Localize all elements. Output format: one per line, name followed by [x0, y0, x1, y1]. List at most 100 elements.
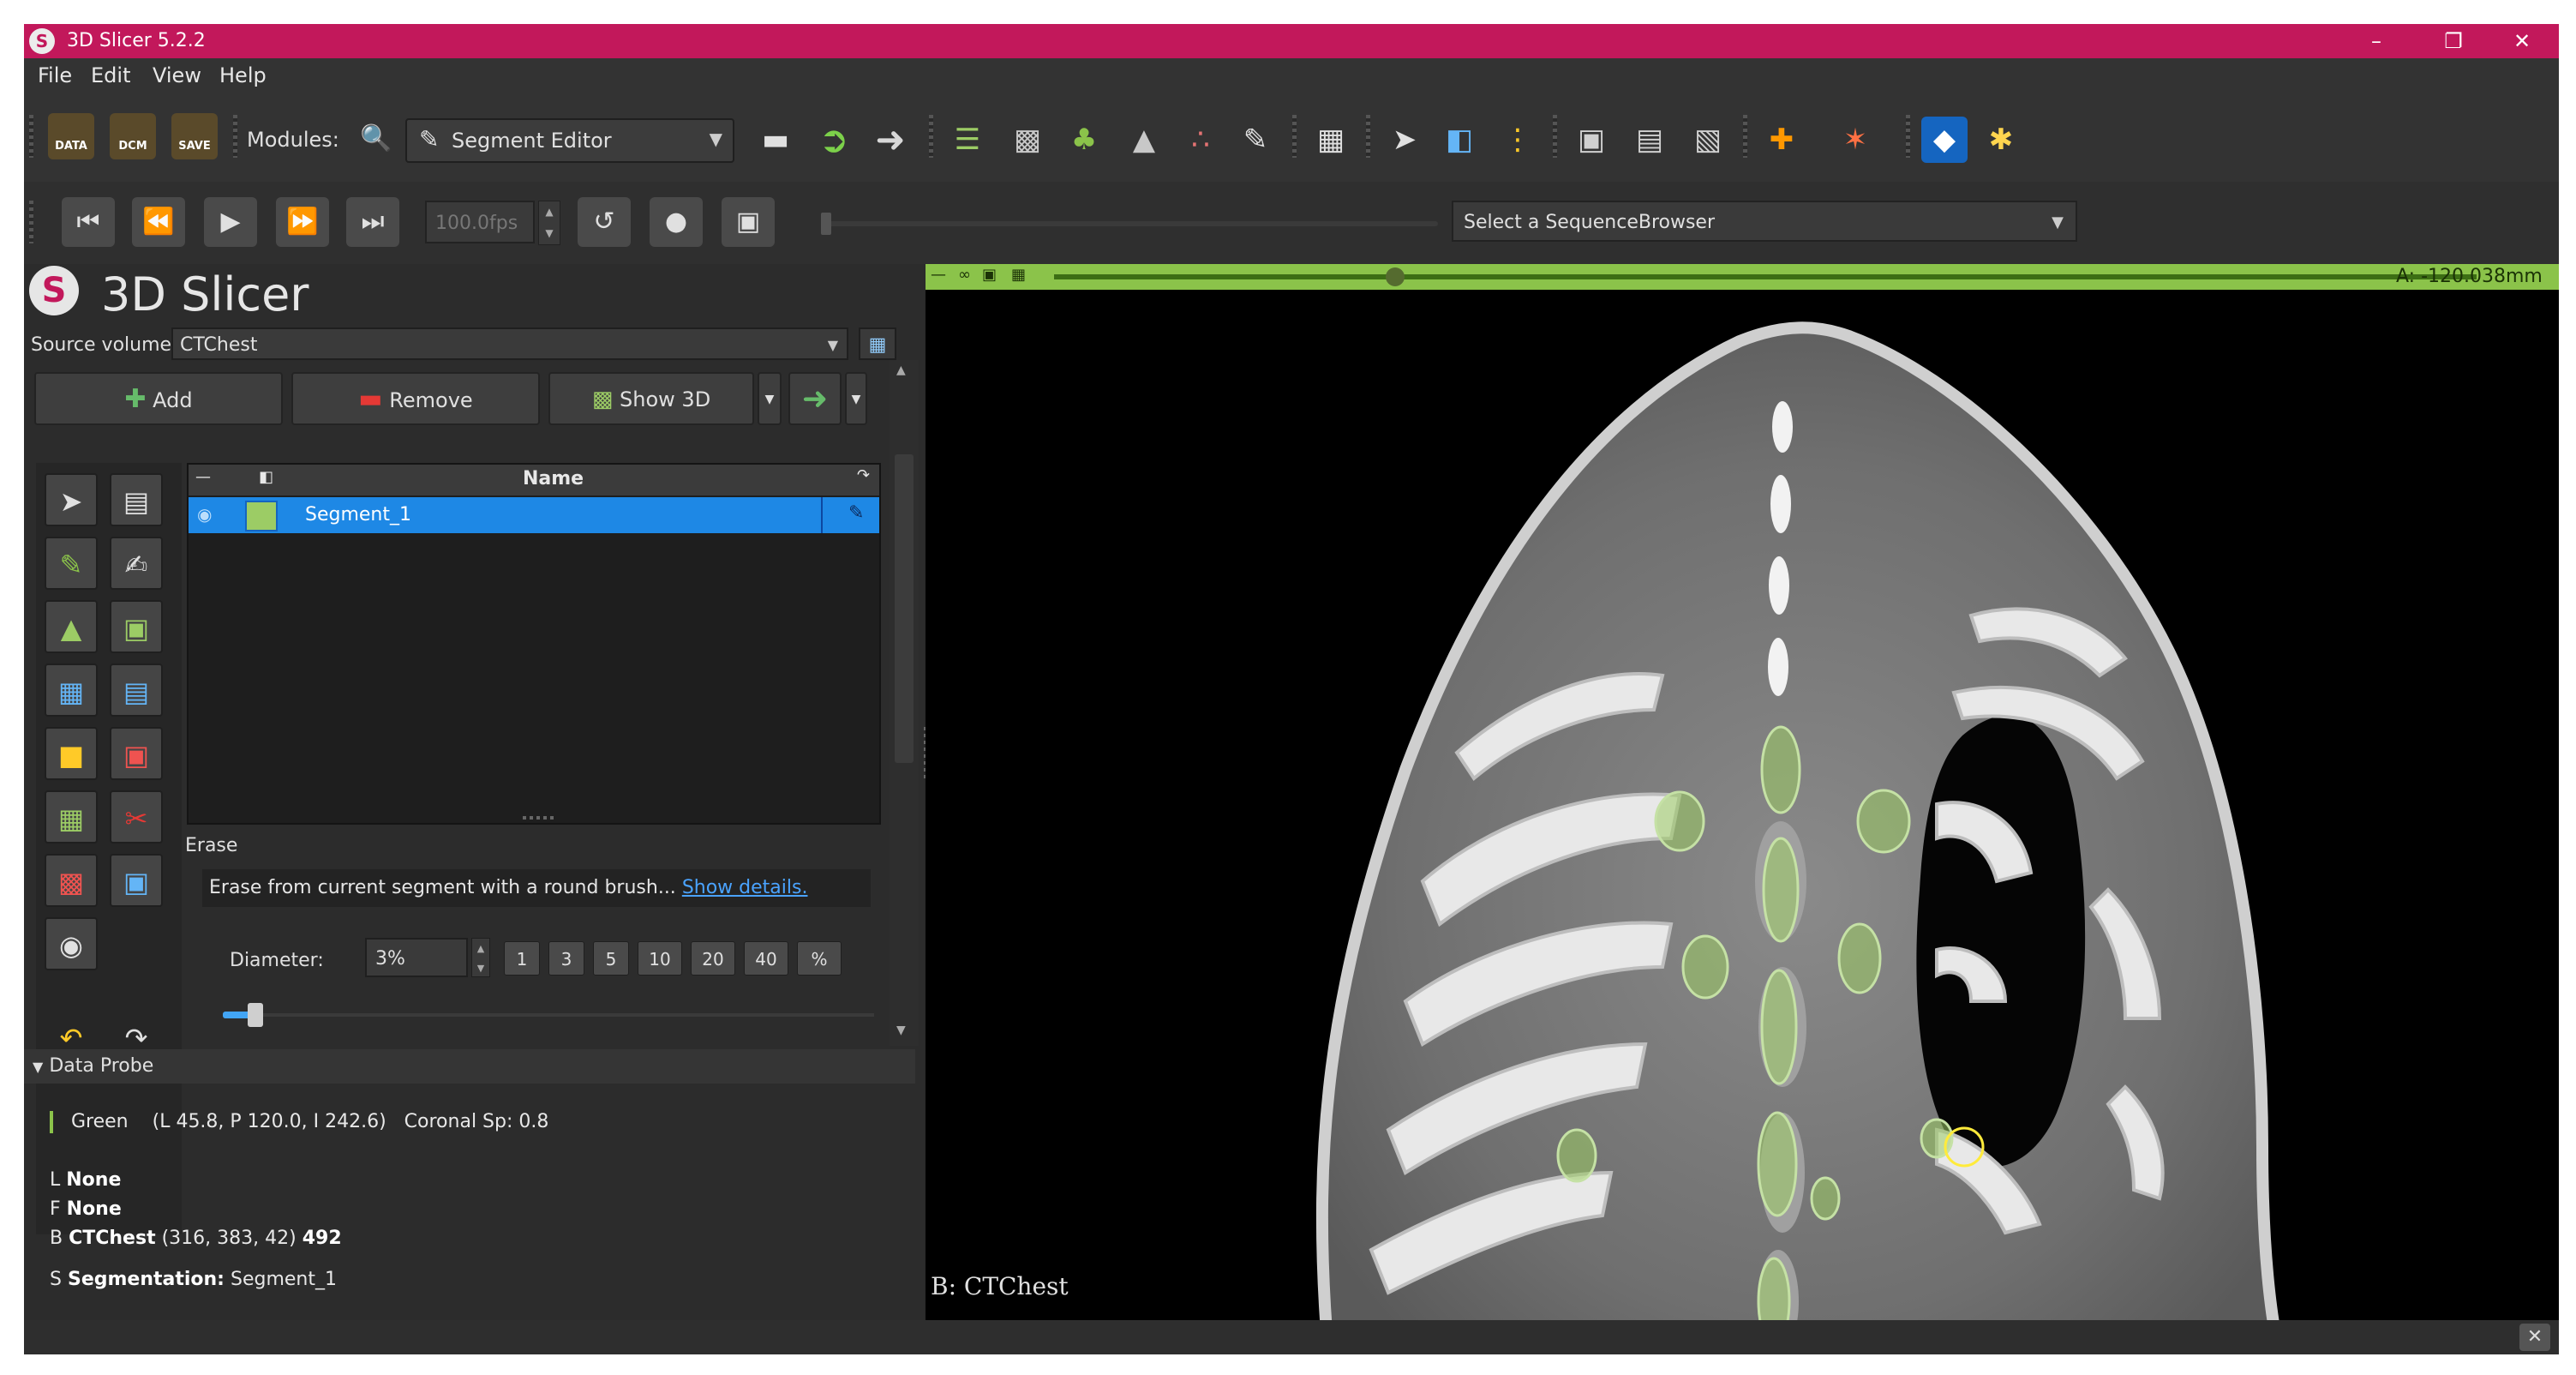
module-selector[interactable]: ✎ Segment Editor ▼ [405, 118, 734, 163]
diameter-slider-handle[interactable] [248, 1003, 263, 1027]
scene-view-icon[interactable]: ▤ [1626, 117, 1673, 163]
level-tracing-effect-icon[interactable]: ▣ [110, 600, 163, 653]
next-step-button[interactable]: ➜ [788, 372, 842, 425]
edit-pencil-icon[interactable]: ✎ [848, 502, 864, 524]
diameter-preset-3[interactable]: 3 [548, 941, 584, 976]
playback-fps-input[interactable]: 100.0fps [425, 201, 535, 243]
status-column-icon[interactable]: ↷ [857, 466, 870, 484]
margin-effect-icon[interactable]: ■ [45, 727, 98, 780]
diameter-slider-track[interactable] [223, 1013, 874, 1017]
minimize-button[interactable]: – [2338, 24, 2415, 58]
maximize-button[interactable]: ❐ [2415, 24, 2492, 58]
fps-spinner[interactable]: ▲ ▼ [538, 201, 560, 245]
menu-file[interactable]: File [38, 63, 72, 87]
segment-name[interactable]: Segment_1 [305, 504, 411, 525]
visibility-column-icon[interactable]: — [195, 468, 211, 486]
diameter-preset-10[interactable]: 10 [638, 941, 682, 976]
hollow-effect-icon[interactable]: ▣ [110, 727, 163, 780]
eye-visibility-icon[interactable]: ◉ [197, 504, 212, 525]
screenshot-icon[interactable]: ▣ [1568, 117, 1614, 163]
segment-row[interactable]: ◉ Segment_1 ✎ [189, 497, 879, 533]
toolbar-grip[interactable] [1292, 115, 1297, 158]
link-icon[interactable]: ∞ [958, 266, 971, 284]
slice-offset-slider[interactable] [1054, 274, 2477, 279]
segment-editor-module-icon[interactable]: ✎ [1232, 117, 1279, 163]
green-slice-view[interactable]: — ∞ ▣ ▦ A: -120.038mm B: CTChest [926, 264, 2559, 1354]
load-dicom-button[interactable]: DCM [110, 113, 156, 159]
toolbar-grip[interactable] [1906, 115, 1910, 158]
toolbar-grip[interactable] [929, 115, 933, 158]
menu-help[interactable]: Help [219, 63, 267, 87]
smoothing-effect-icon[interactable]: ▦ [45, 790, 98, 844]
data-module-icon[interactable]: ☰ [944, 117, 991, 163]
mouse-pointer-icon[interactable]: ➤ [1381, 117, 1428, 163]
show-3d-menu-button[interactable]: ▼ [758, 372, 782, 425]
diameter-preset-40[interactable]: 40 [744, 941, 788, 976]
scrollbar-thumb[interactable] [895, 454, 914, 763]
mask-volume-effect-icon[interactable]: ◉ [45, 917, 98, 970]
module-panel-toggle-icon[interactable]: ▬ [752, 117, 799, 163]
fill-between-slices-effect-icon[interactable]: ▤ [110, 663, 163, 717]
sequence-slider[interactable] [821, 213, 1438, 235]
previous-frame-icon[interactable]: ⏪ [132, 197, 185, 247]
show-details-link[interactable]: Show details. [682, 877, 808, 898]
draw-effect-icon[interactable]: ✍ [110, 537, 163, 590]
menu-view[interactable]: View [153, 63, 201, 87]
toolbar-grip[interactable] [29, 201, 33, 243]
panel-scrollbar[interactable]: ▲ ▼ [890, 360, 919, 1046]
segment-color-swatch[interactable] [245, 501, 278, 531]
layout-grid-icon[interactable]: ▦ [1011, 266, 1026, 284]
back-arrow-icon[interactable]: ➲ [811, 117, 857, 163]
diameter-preset-5[interactable]: 5 [593, 941, 629, 976]
record-icon[interactable]: ● [650, 197, 703, 247]
python-console-icon[interactable]: ✱ [1978, 117, 2024, 163]
loop-icon[interactable]: ↺ [578, 197, 631, 247]
save-button[interactable]: SAVE [171, 113, 218, 159]
module-search-icon[interactable]: 🔍 [360, 123, 392, 153]
paint-effect-icon[interactable]: ✎ [45, 537, 98, 590]
next-frame-icon[interactable]: ⏩ [276, 197, 329, 247]
fiducial-place-icon[interactable]: ✚ [1758, 117, 1805, 163]
load-data-button[interactable]: DATA [48, 113, 94, 159]
segmentation-node-icon[interactable]: ▦ [859, 327, 896, 360]
crosshair-icon[interactable]: ⋮ [1495, 117, 1541, 163]
snapshot-icon[interactable]: ▣ [722, 197, 775, 247]
diameter-input[interactable]: 3% [365, 938, 468, 977]
last-frame-icon[interactable]: ⏭ [346, 197, 399, 247]
sequence-browser-select[interactable]: Select a SequenceBrowser ▼ [1452, 201, 2077, 242]
erase-effect-icon[interactable]: ▲ [45, 600, 98, 653]
models-module-icon[interactable]: ♣ [1061, 117, 1107, 163]
source-volume-select[interactable]: CTChest ▼ [171, 327, 848, 360]
first-frame-icon[interactable]: ⏮ [62, 197, 115, 247]
volumes-module-icon[interactable]: ▩ [1004, 117, 1051, 163]
scroll-down-icon[interactable]: ▼ [896, 1024, 906, 1037]
transforms-module-icon[interactable]: ▲ [1121, 117, 1167, 163]
markups-module-icon[interactable]: ∴ [1177, 117, 1224, 163]
extension-manager-icon[interactable]: ◆ [1921, 117, 1968, 163]
scissors-effect-icon[interactable]: ✂ [110, 790, 163, 844]
layout-icon[interactable]: ▦ [1308, 117, 1354, 163]
splitter-handle[interactable] [523, 816, 557, 820]
logical-operators-effect-icon[interactable]: ▣ [110, 854, 163, 907]
error-log-close-icon[interactable]: ✕ [2519, 1324, 2550, 1351]
threshold-effect-icon[interactable]: ▤ [110, 473, 163, 526]
ct-coronal-slice-image[interactable] [926, 290, 2559, 1354]
view-options-icon[interactable]: ▣ [982, 266, 997, 284]
toolbar-grip[interactable] [1553, 115, 1557, 158]
next-step-menu-button[interactable]: ▼ [845, 372, 867, 425]
slice-offset-handle[interactable] [1386, 267, 1405, 286]
toolbar-grip[interactable] [29, 115, 33, 158]
diameter-spinner[interactable]: ▲ ▼ [471, 938, 490, 977]
color-column-icon[interactable]: ◧ [259, 468, 273, 486]
window-level-icon[interactable]: ◧ [1436, 117, 1483, 163]
name-column-header[interactable]: Name [523, 468, 584, 489]
menu-edit[interactable]: Edit [91, 63, 130, 87]
play-icon[interactable]: ▶ [204, 197, 257, 247]
forward-arrow-icon[interactable]: ➜ [867, 117, 914, 163]
islands-effect-icon[interactable]: ▩ [45, 854, 98, 907]
toolbar-grip[interactable] [233, 115, 237, 158]
scroll-up-icon[interactable]: ▲ [896, 363, 906, 377]
data-probe-header[interactable]: ▼ Data Probe [24, 1049, 915, 1084]
toolbar-grip[interactable] [1366, 115, 1370, 158]
remove-segment-button[interactable]: ▬ Remove [291, 372, 540, 425]
